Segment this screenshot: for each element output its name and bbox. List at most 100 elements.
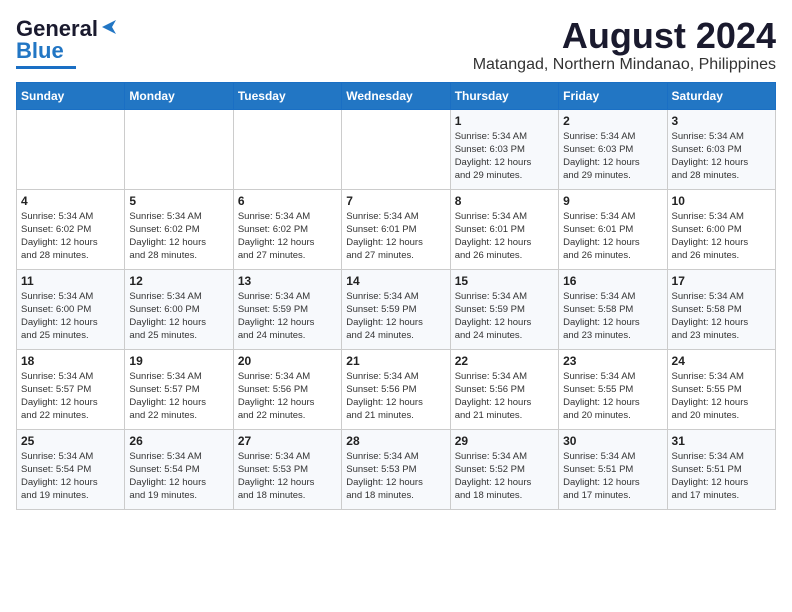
day-info: Sunrise: 5:34 AM Sunset: 6:03 PM Dayligh… bbox=[563, 130, 662, 183]
day-number: 29 bbox=[455, 434, 554, 448]
calendar-cell: 13 Sunrise: 5:34 AM Sunset: 5:59 PM Dayli… bbox=[233, 269, 341, 349]
day-info: Sunrise: 5:34 AM Sunset: 5:54 PM Dayligh… bbox=[129, 450, 228, 503]
logo-bird-icon bbox=[100, 18, 118, 36]
day-info: Sunrise: 5:34 AM Sunset: 5:56 PM Dayligh… bbox=[346, 370, 445, 423]
day-info: Sunrise: 5:34 AM Sunset: 5:53 PM Dayligh… bbox=[346, 450, 445, 503]
day-number: 9 bbox=[563, 194, 662, 208]
day-info: Sunrise: 5:34 AM Sunset: 5:51 PM Dayligh… bbox=[563, 450, 662, 503]
day-info: Sunrise: 5:34 AM Sunset: 5:57 PM Dayligh… bbox=[129, 370, 228, 423]
day-number: 8 bbox=[455, 194, 554, 208]
day-info: Sunrise: 5:34 AM Sunset: 6:00 PM Dayligh… bbox=[672, 210, 771, 263]
calendar-cell: 26 Sunrise: 5:34 AM Sunset: 5:54 PM Dayli… bbox=[125, 429, 233, 509]
day-info: Sunrise: 5:34 AM Sunset: 6:00 PM Dayligh… bbox=[129, 290, 228, 343]
day-number: 27 bbox=[238, 434, 337, 448]
header-day-saturday: Saturday bbox=[667, 82, 775, 109]
day-number: 15 bbox=[455, 274, 554, 288]
calendar-cell: 20 Sunrise: 5:34 AM Sunset: 5:56 PM Dayli… bbox=[233, 349, 341, 429]
day-info: Sunrise: 5:34 AM Sunset: 6:02 PM Dayligh… bbox=[21, 210, 120, 263]
day-info: Sunrise: 5:34 AM Sunset: 6:01 PM Dayligh… bbox=[455, 210, 554, 263]
calendar-cell: 4 Sunrise: 5:34 AM Sunset: 6:02 PM Daylig… bbox=[17, 189, 125, 269]
day-number: 17 bbox=[672, 274, 771, 288]
day-number: 14 bbox=[346, 274, 445, 288]
day-number: 18 bbox=[21, 354, 120, 368]
calendar-week-3: 11Sunrise: 5:34 AM Sunset: 6:00 PM Dayli… bbox=[17, 269, 776, 349]
day-info: Sunrise: 5:34 AM Sunset: 5:57 PM Dayligh… bbox=[21, 370, 120, 423]
day-info: Sunrise: 5:34 AM Sunset: 5:56 PM Dayligh… bbox=[455, 370, 554, 423]
day-info: Sunrise: 5:34 AM Sunset: 5:54 PM Dayligh… bbox=[21, 450, 120, 503]
calendar-cell: 5Sunrise: 5:34 AM Sunset: 6:02 PM Daylig… bbox=[125, 189, 233, 269]
calendar-cell: 6 Sunrise: 5:34 AM Sunset: 6:02 PM Daylig… bbox=[233, 189, 341, 269]
day-info: Sunrise: 5:34 AM Sunset: 6:00 PM Dayligh… bbox=[21, 290, 120, 343]
day-number: 13 bbox=[238, 274, 337, 288]
day-info: Sunrise: 5:34 AM Sunset: 5:59 PM Dayligh… bbox=[238, 290, 337, 343]
day-info: Sunrise: 5:34 AM Sunset: 5:55 PM Dayligh… bbox=[563, 370, 662, 423]
title-block: August 2024 Matangad, Northern Mindanao,… bbox=[473, 16, 776, 74]
calendar-cell: 23 Sunrise: 5:34 AM Sunset: 5:55 PM Dayli… bbox=[559, 349, 667, 429]
day-number: 24 bbox=[672, 354, 771, 368]
day-number: 30 bbox=[563, 434, 662, 448]
calendar-week-4: 18 Sunrise: 5:34 AM Sunset: 5:57 PM Dayli… bbox=[17, 349, 776, 429]
header-day-thursday: Thursday bbox=[450, 82, 558, 109]
month-year-title: August 2024 bbox=[473, 16, 776, 56]
header-day-tuesday: Tuesday bbox=[233, 82, 341, 109]
calendar-cell: 1 Sunrise: 5:34 AM Sunset: 6:03 PM Daylig… bbox=[450, 109, 558, 189]
day-number: 2 bbox=[563, 114, 662, 128]
calendar-cell: 15 Sunrise: 5:34 AM Sunset: 5:59 PM Dayli… bbox=[450, 269, 558, 349]
calendar-cell bbox=[233, 109, 341, 189]
day-info: Sunrise: 5:34 AM Sunset: 6:02 PM Dayligh… bbox=[238, 210, 337, 263]
calendar-week-1: 1 Sunrise: 5:34 AM Sunset: 6:03 PM Daylig… bbox=[17, 109, 776, 189]
calendar-week-5: 25Sunrise: 5:34 AM Sunset: 5:54 PM Dayli… bbox=[17, 429, 776, 509]
day-info: Sunrise: 5:34 AM Sunset: 6:03 PM Dayligh… bbox=[455, 130, 554, 183]
calendar-cell: 24 Sunrise: 5:34 AM Sunset: 5:55 PM Dayli… bbox=[667, 349, 775, 429]
calendar-table: SundayMondayTuesdayWednesdayThursdayFrid… bbox=[16, 82, 776, 510]
calendar-cell: 14 Sunrise: 5:34 AM Sunset: 5:59 PM Dayli… bbox=[342, 269, 450, 349]
calendar-cell: 8 Sunrise: 5:34 AM Sunset: 6:01 PM Daylig… bbox=[450, 189, 558, 269]
calendar-cell: 25Sunrise: 5:34 AM Sunset: 5:54 PM Dayli… bbox=[17, 429, 125, 509]
logo-underline bbox=[16, 66, 76, 69]
location-subtitle: Matangad, Northern Mindanao, Philippines bbox=[473, 56, 776, 74]
day-number: 23 bbox=[563, 354, 662, 368]
calendar-cell bbox=[17, 109, 125, 189]
day-number: 12 bbox=[129, 274, 228, 288]
calendar-cell: 2 Sunrise: 5:34 AM Sunset: 6:03 PM Daylig… bbox=[559, 109, 667, 189]
day-number: 21 bbox=[346, 354, 445, 368]
calendar-cell: 29 Sunrise: 5:34 AM Sunset: 5:52 PM Dayli… bbox=[450, 429, 558, 509]
calendar-cell: 19Sunrise: 5:34 AM Sunset: 5:57 PM Dayli… bbox=[125, 349, 233, 429]
calendar-cell: 9Sunrise: 5:34 AM Sunset: 6:01 PM Daylig… bbox=[559, 189, 667, 269]
day-info: Sunrise: 5:34 AM Sunset: 6:01 PM Dayligh… bbox=[346, 210, 445, 263]
day-number: 7 bbox=[346, 194, 445, 208]
header-day-friday: Friday bbox=[559, 82, 667, 109]
day-number: 26 bbox=[129, 434, 228, 448]
day-number: 22 bbox=[455, 354, 554, 368]
calendar-cell: 16 Sunrise: 5:34 AM Sunset: 5:58 PM Dayli… bbox=[559, 269, 667, 349]
day-number: 20 bbox=[238, 354, 337, 368]
calendar-cell: 17Sunrise: 5:34 AM Sunset: 5:58 PM Dayli… bbox=[667, 269, 775, 349]
day-info: Sunrise: 5:34 AM Sunset: 5:58 PM Dayligh… bbox=[563, 290, 662, 343]
calendar-cell: 21 Sunrise: 5:34 AM Sunset: 5:56 PM Dayli… bbox=[342, 349, 450, 429]
header-day-monday: Monday bbox=[125, 82, 233, 109]
day-number: 28 bbox=[346, 434, 445, 448]
header-row: SundayMondayTuesdayWednesdayThursdayFrid… bbox=[17, 82, 776, 109]
day-number: 16 bbox=[563, 274, 662, 288]
day-info: Sunrise: 5:34 AM Sunset: 6:03 PM Dayligh… bbox=[672, 130, 771, 183]
day-info: Sunrise: 5:34 AM Sunset: 5:56 PM Dayligh… bbox=[238, 370, 337, 423]
logo-blue-text: Blue bbox=[16, 38, 64, 64]
calendar-cell: 27 Sunrise: 5:34 AM Sunset: 5:53 PM Dayli… bbox=[233, 429, 341, 509]
calendar-body: 1 Sunrise: 5:34 AM Sunset: 6:03 PM Daylig… bbox=[17, 109, 776, 509]
day-number: 4 bbox=[21, 194, 120, 208]
day-info: Sunrise: 5:34 AM Sunset: 5:53 PM Dayligh… bbox=[238, 450, 337, 503]
day-info: Sunrise: 5:34 AM Sunset: 5:52 PM Dayligh… bbox=[455, 450, 554, 503]
calendar-cell: 31Sunrise: 5:34 AM Sunset: 5:51 PM Dayli… bbox=[667, 429, 775, 509]
calendar-header: SundayMondayTuesdayWednesdayThursdayFrid… bbox=[17, 82, 776, 109]
page-header: General Blue August 2024 Matangad, North… bbox=[16, 16, 776, 74]
day-info: Sunrise: 5:34 AM Sunset: 5:59 PM Dayligh… bbox=[346, 290, 445, 343]
calendar-cell: 3Sunrise: 5:34 AM Sunset: 6:03 PM Daylig… bbox=[667, 109, 775, 189]
day-number: 10 bbox=[672, 194, 771, 208]
day-info: Sunrise: 5:34 AM Sunset: 5:55 PM Dayligh… bbox=[672, 370, 771, 423]
day-number: 6 bbox=[238, 194, 337, 208]
day-number: 31 bbox=[672, 434, 771, 448]
calendar-cell: 10 Sunrise: 5:34 AM Sunset: 6:00 PM Dayli… bbox=[667, 189, 775, 269]
day-number: 1 bbox=[455, 114, 554, 128]
day-info: Sunrise: 5:34 AM Sunset: 5:59 PM Dayligh… bbox=[455, 290, 554, 343]
calendar-cell: 30 Sunrise: 5:34 AM Sunset: 5:51 PM Dayli… bbox=[559, 429, 667, 509]
